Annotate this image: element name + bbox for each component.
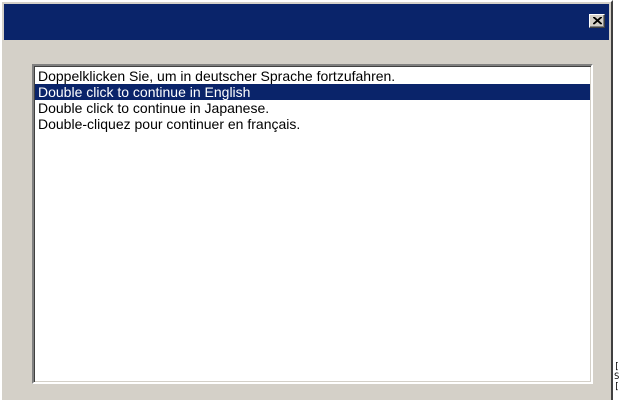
list-item-japanese[interactable]: Double click to continue in Japanese. <box>35 100 590 116</box>
language-dialog: Doppelklicken Sie, um in deutscher Sprac… <box>0 0 613 400</box>
list-item-french[interactable]: Double-cliquez pour continuer en françai… <box>35 116 590 132</box>
language-listbox[interactable]: Doppelklicken Sie, um in deutscher Sprac… <box>32 64 593 384</box>
close-button[interactable] <box>589 14 605 28</box>
close-icon <box>593 17 602 25</box>
background-window-edge: [S[ <box>614 362 619 400</box>
list-item-german[interactable]: Doppelklicken Sie, um in deutscher Sprac… <box>35 68 590 84</box>
list-item-english[interactable]: Double click to continue in English <box>35 84 590 100</box>
title-bar[interactable] <box>4 4 609 40</box>
